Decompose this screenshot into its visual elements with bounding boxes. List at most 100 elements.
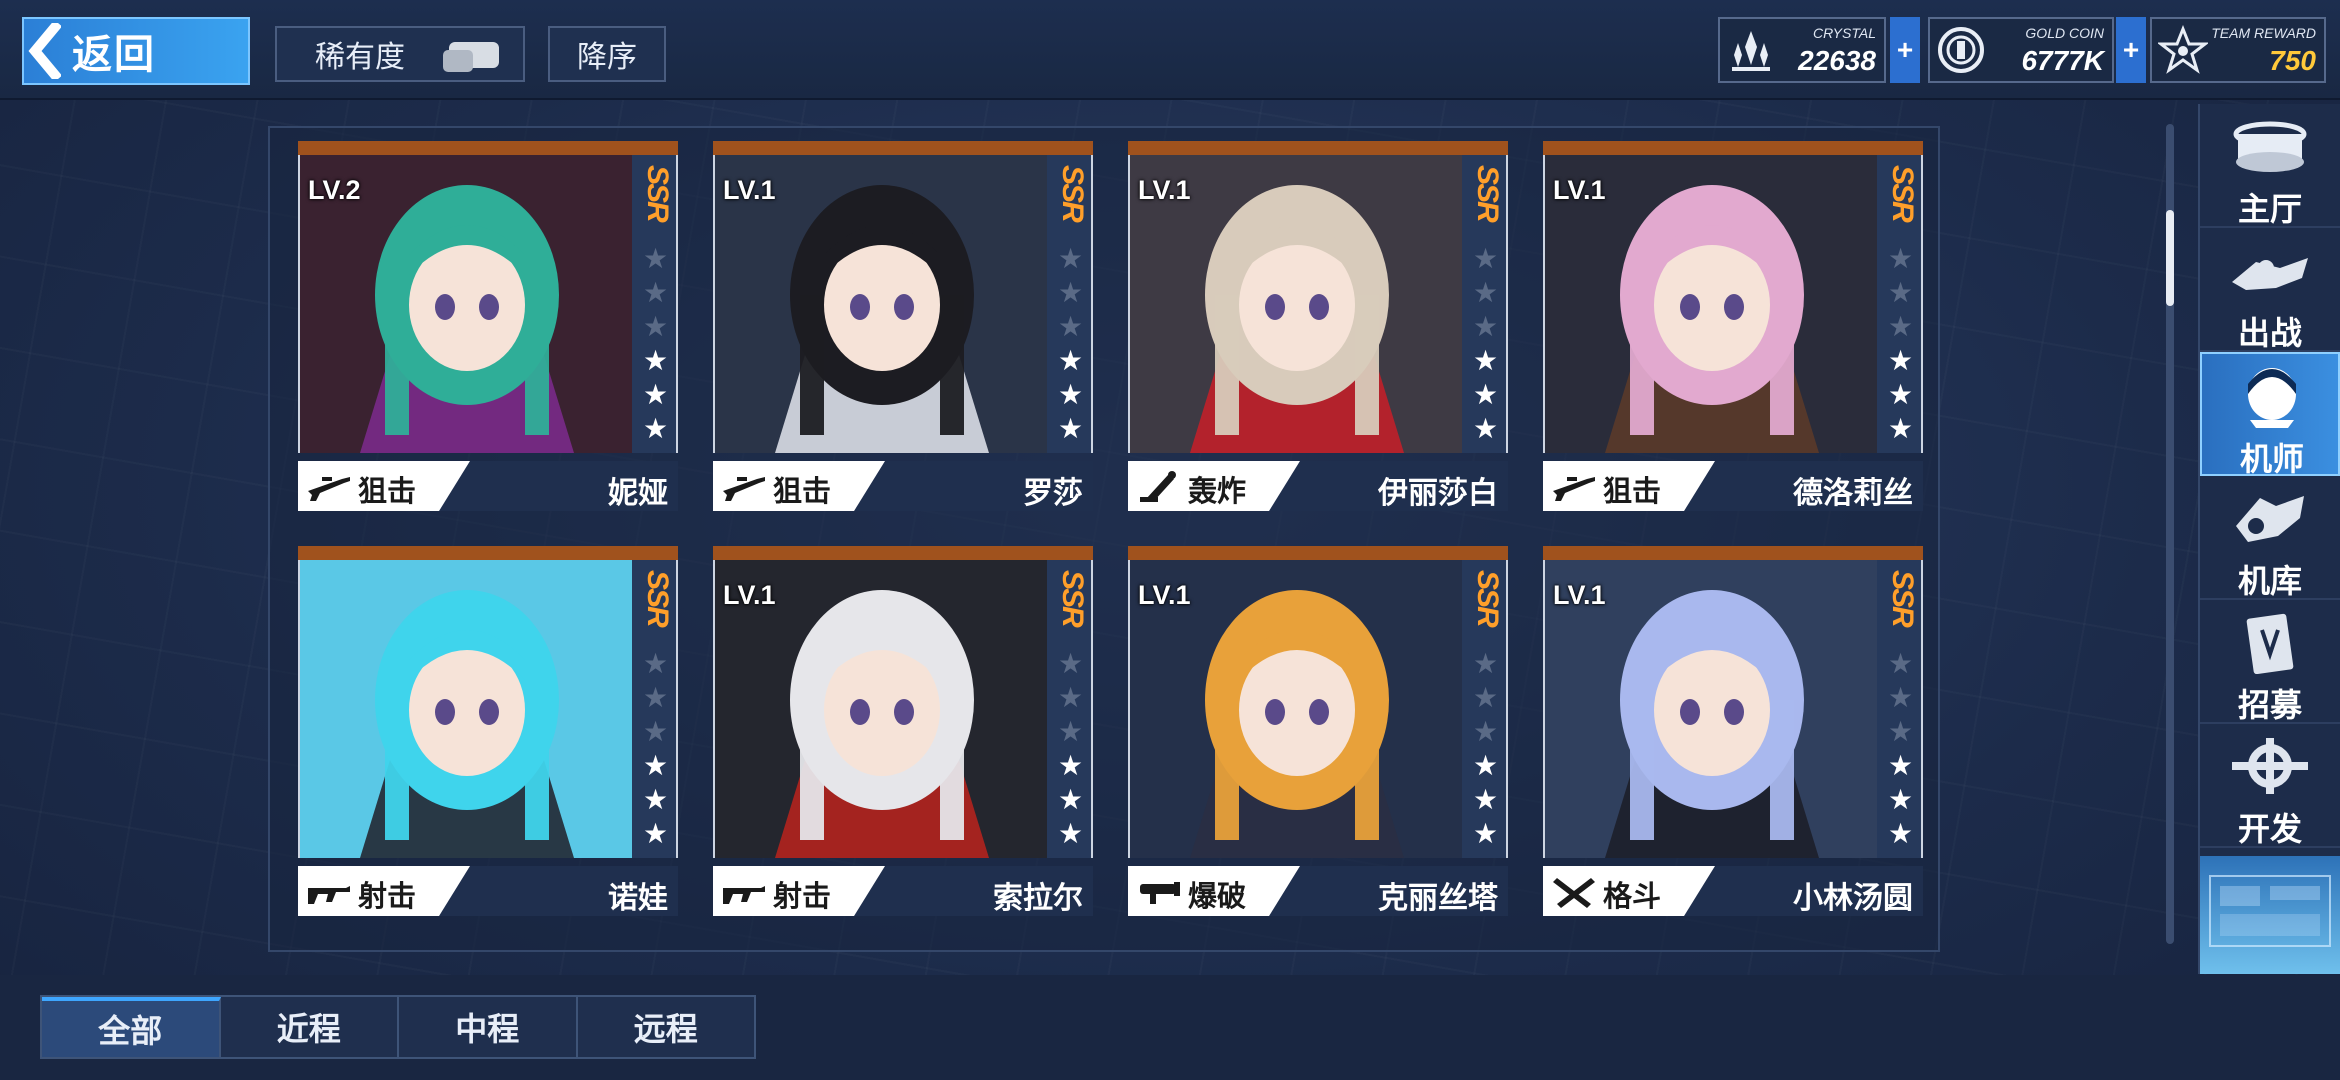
rarity-column: SSR ★ ★ ★ ★ ★ ★ [1877,155,1923,453]
role-label: 射击 [358,881,417,913]
pilot-portrait: LV.1 [1543,560,1879,858]
sidebar-item-develop[interactable]: 开发 [2200,724,2340,848]
pilot-card[interactable]: LV.1 SSR ★ ★ ★ ★ ★ ★ 爆破 克丽丝塔 [1128,546,1508,916]
pilot-portrait: LV.1 [1543,155,1879,453]
star-icon: ★ [1058,243,1084,274]
star-icon: ★ [1058,818,1084,849]
scrollbar-thumb[interactable] [2166,210,2174,306]
star-icon: ★ [1888,277,1914,308]
pilot-portrait: LV.1 [713,560,1049,858]
tab-long-range[interactable]: 远程 [577,997,754,1057]
pilot-card[interactable]: SSR ★ ★ ★ ★ ★ ★ 射击 诺娃 [298,546,678,916]
pilot-portrait: LV.1 [713,155,1049,453]
pilot-card[interactable]: LV.1 SSR ★ ★ ★ ★ ★ ★ 轰炸 伊丽莎白 [1128,141,1508,511]
pilot-portrait: LV.1 [1128,560,1464,858]
rarity-sort-toggle[interactable]: 稀有度 [275,26,525,82]
rarity-label: SSR [1471,570,1504,626]
star-icon: ★ [643,682,669,713]
star-icon: ★ [1473,750,1499,781]
tab-all[interactable]: 全部 [42,997,221,1057]
rarity-label: SSR [641,570,674,626]
gold-coin-icon [1938,27,1984,73]
back-button[interactable]: 返回 [22,17,250,85]
add-gold-button[interactable]: + [2116,17,2146,83]
role-label: 狙击 [1603,476,1662,508]
star-icon: ★ [1888,818,1914,849]
role-label: 格斗 [1603,881,1662,913]
pilot-card[interactable]: LV.2 SSR ★ ★ ★ ★ ★ ★ 狙击 妮娅 [298,141,678,511]
card-top-stripe [298,141,678,155]
add-crystal-button[interactable]: + [1890,17,1920,83]
sidebar-item-main-hall[interactable]: 主厅 [2200,104,2340,228]
star-icon: ★ [1058,716,1084,747]
sidebar-item-label: 主厅 [2237,191,2302,227]
pilot-icon [2248,368,2296,428]
pilot-card[interactable]: LV.1 SSR ★ ★ ★ ★ ★ ★ 狙击 德洛莉丝 [1543,141,1923,511]
rocket-launcher-icon [1140,882,1180,904]
star-icon: ★ [643,243,669,274]
star-icon: ★ [1473,277,1499,308]
team-reward-counter: TEAM REWARD 750 [2150,17,2326,83]
pilot-name: 妮娅 [608,477,668,510]
pilot-name: 罗莎 [1023,477,1083,510]
star-icon: ★ [1888,311,1914,342]
toggle-icon [443,42,499,72]
star-icon: ★ [1473,648,1499,679]
role-label: 爆破 [1188,881,1247,913]
tab-short-range[interactable]: 近程 [220,997,399,1057]
tab-mid-range[interactable]: 中程 [399,997,578,1057]
star-icon: ★ [1473,311,1499,342]
card-top-stripe [1128,141,1508,155]
pilot-card[interactable]: LV.1 SSR ★ ★ ★ ★ ★ ★ 格斗 小林汤圆 [1543,546,1923,916]
star-icon: ★ [1058,682,1084,713]
descending-order-button[interactable]: 降序 [548,26,666,82]
top-bar: 返回 稀有度 降序 CRYSTAL 22638 + GOLD COIN 6777… [0,0,2340,100]
level-label: LV.2 [308,175,361,205]
star-icon: ★ [1473,818,1499,849]
sidebar-item-pilot[interactable]: 机师 [2200,352,2340,477]
star-icon: ★ [1058,784,1084,815]
mortar-icon [1140,471,1176,502]
level-label: LV.1 [1138,175,1191,205]
card-footer: 射击 索拉尔 [713,866,1093,916]
star-icon: ★ [1888,379,1914,410]
level-label: LV.1 [723,580,776,610]
card-top-stripe [1543,546,1923,560]
sidebar-item-sortie[interactable]: 出战 [2200,228,2340,352]
star-icon: ★ [1888,682,1914,713]
star-icon: ★ [1058,311,1084,342]
rarity-column: SSR ★ ★ ★ ★ ★ ★ [1462,560,1508,858]
pilot-card[interactable]: LV.1 SSR ★ ★ ★ ★ ★ ★ 射击 索拉尔 [713,546,1093,916]
crystal-counter: CRYSTAL 22638 [1718,17,1886,83]
star-icon: ★ [1888,716,1914,747]
chevron-left-icon [24,21,64,81]
pilot-name: 克丽丝塔 [1378,882,1498,915]
sidebar-item-label: 机师 [2239,441,2304,477]
rarity-label: 稀有度 [315,41,405,74]
pilot-card[interactable]: LV.1 SSR ★ ★ ★ ★ ★ ★ 狙击 罗莎 [713,141,1093,511]
right-nav-sidebar: 主厅 出战 机师 机库 招募 开发 [2198,104,2340,974]
rarity-label: SSR [1056,570,1089,626]
sidebar-item-recruit[interactable]: 招募 [2200,600,2340,724]
star-icon: ★ [1888,345,1914,376]
pilot-name: 索拉尔 [993,882,1083,915]
sniper-rifle-icon [308,477,350,501]
star-icon: ★ [1058,750,1084,781]
card-top-stripe [298,546,678,560]
star-icon: ★ [1473,413,1499,444]
rarity-column: SSR ★ ★ ★ ★ ★ ★ [1047,155,1093,453]
star-icon: ★ [643,818,669,849]
rarity-column: SSR ★ ★ ★ ★ ★ ★ [632,560,678,858]
star-icon: ★ [643,648,669,679]
crystal-icon [1732,31,1770,71]
sidebar-item-hangar[interactable]: 机库 [2200,476,2340,600]
pilot-portrait: LV.1 [1128,155,1464,453]
order-label: 降序 [577,41,637,74]
star-icon: ★ [643,277,669,308]
role-label: 狙击 [358,476,417,508]
card-footer: 狙击 德洛莉丝 [1543,461,1923,511]
card-top-stripe [1128,546,1508,560]
minimap-thumbnail[interactable] [2200,856,2340,974]
rarity-label: SSR [1056,165,1089,221]
sniper-rifle-icon [723,477,765,501]
